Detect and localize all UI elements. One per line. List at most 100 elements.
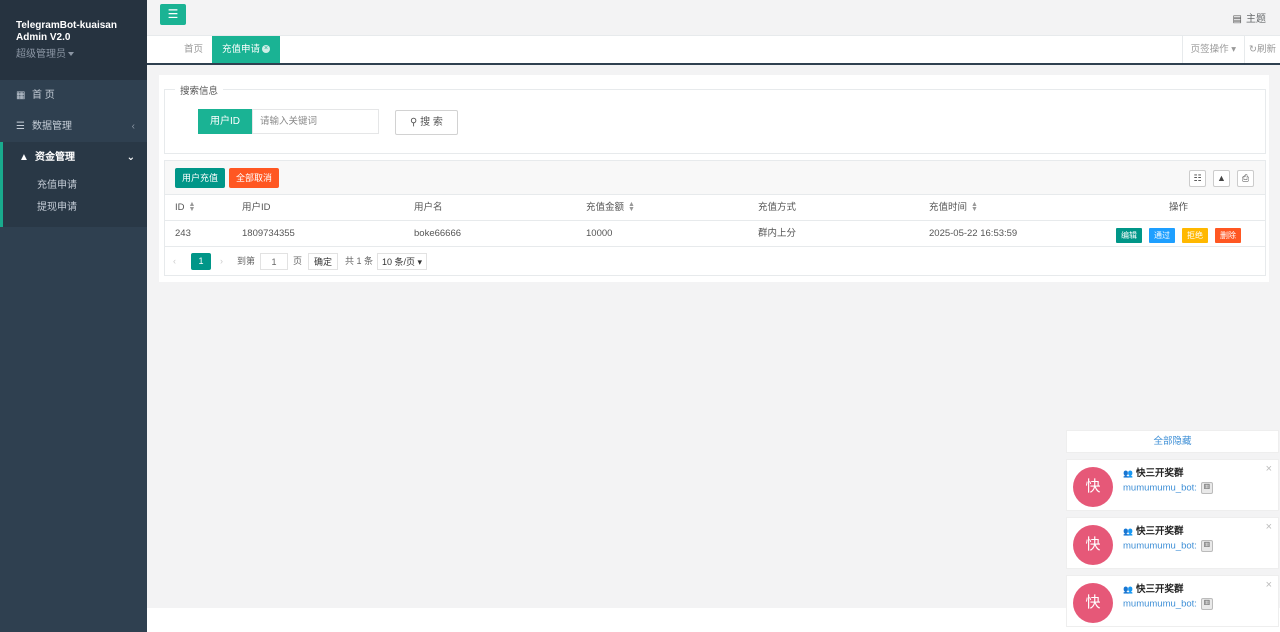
fund-icon: ▲ [19, 152, 29, 163]
export-icon[interactable]: ▲ [1213, 170, 1230, 187]
grid-icon: ▦ [16, 90, 26, 101]
cell-time: 2025-05-22 16:53:59 [929, 228, 1018, 239]
sidebar-item-data-management[interactable]: ☰ 数据管理 ‹ [0, 111, 147, 142]
sidebar-header: TelegramBot-kuaisan Admin V2.0 超级管理员 [0, 0, 147, 80]
tabs-bar: 首页 充值申请 × 页签操作 ▾ ↻刷新 [147, 36, 1280, 65]
total-count: 共 1 条 [345, 256, 374, 266]
cell-id: 243 [175, 228, 191, 239]
search-button-label: 搜 索 [420, 117, 443, 128]
page-number-current[interactable]: 1 [191, 253, 211, 270]
print-icon[interactable]: ⎙ [1237, 170, 1254, 187]
dice-icon: ⚅ [1200, 482, 1213, 494]
close-icon[interactable]: × [262, 45, 271, 54]
avatar: 快 [1073, 583, 1113, 623]
search-legend: 搜索信息 [175, 83, 224, 97]
header-amount[interactable]: 充值金额 ▲ ▼ [586, 195, 635, 221]
group-icon: 👥 [1123, 527, 1133, 536]
goto-label: 到第 [237, 256, 256, 266]
sidebar-nav: ▦ 首 页 ☰ 数据管理 ‹ ▲ 资金管理 ⌄ 充值申请 提现申请 [0, 80, 147, 227]
sidebar-subitem-withdraw[interactable]: 提现申请 [3, 197, 147, 219]
tab-operations-dropdown[interactable]: 页签操作 ▾ [1181, 36, 1244, 63]
sidebar-item-label: 资金管理 [35, 152, 75, 163]
goto-page-input[interactable]: 1 [260, 253, 288, 270]
sort-icon[interactable]: ▲ ▼ [971, 201, 978, 213]
dice-icon: ⚅ [1200, 540, 1213, 552]
sidebar-item-fund-management[interactable]: ▲ 资金管理 ⌄ [0, 142, 147, 173]
approve-button[interactable]: 通过 [1149, 228, 1175, 243]
caret-down-icon: ▾ [1228, 44, 1236, 55]
chevron-left-icon: ‹ [131, 121, 135, 132]
theme-button[interactable]: ▤ 主题 [1233, 10, 1266, 25]
tab-ops-label: 页签操作 [1190, 44, 1229, 55]
table-header: ID ▲ ▼ 用户ID 用户名 充值金额 ▲ ▼ 充值方式 充值时间 ▲ ▼ 操作 [165, 195, 1265, 221]
notification-title: 👥 快三开奖群 [1123, 468, 1184, 479]
sidebar-item-label: 首 页 [32, 90, 55, 101]
notification-card[interactable]: 快 👥 快三开奖群 mumumumu_bot: ⚅ × [1066, 459, 1279, 511]
sidebar-item-home[interactable]: ▦ 首 页 [0, 80, 147, 111]
user-role-dropdown[interactable]: 超级管理员 [16, 45, 131, 60]
user-recharge-button[interactable]: 用户充值 [175, 168, 226, 188]
dice-icon: ⚅ [1200, 598, 1213, 610]
cell-amount: 10000 [586, 228, 613, 239]
cancel-all-button[interactable]: 全部取消 [229, 168, 280, 188]
sidebar-subitem-recharge[interactable]: 充值申请 [3, 175, 147, 197]
user-id-label: 用户ID [198, 109, 252, 134]
notification-message: mumumumu_bot: ⚅ [1123, 598, 1213, 610]
group-icon: 👥 [1123, 585, 1133, 594]
close-icon[interactable]: × [1266, 463, 1272, 475]
header-time[interactable]: 充值时间 ▲ ▼ [929, 195, 978, 221]
tab-label: 充值申请 [222, 44, 261, 55]
user-role: 超级管理员 [16, 49, 66, 60]
chevron-down-icon: ▾ [417, 257, 423, 267]
notification-title: 👥 快三开奖群 [1123, 526, 1184, 537]
pagination: ‹ 1 › 到第 1 页 确定 共 1 条 10 条/页 ▾ [165, 247, 1265, 277]
tab-home[interactable]: 首页 [174, 36, 213, 63]
avatar: 快 [1073, 525, 1113, 565]
next-page-icon[interactable]: › [220, 253, 223, 270]
search-icon: ⚲ [410, 117, 418, 128]
close-icon[interactable]: × [1266, 521, 1272, 533]
search-fieldset: 搜索信息 用户ID ⚲ 搜 索 [164, 83, 1266, 154]
sort-icon[interactable]: ▲ ▼ [189, 201, 196, 213]
page-size-select[interactable]: 10 条/页 ▾ [377, 253, 428, 270]
tab-recharge[interactable]: 充值申请 × [212, 36, 281, 63]
search-input[interactable] [252, 109, 379, 134]
theme-label: 主题 [1246, 14, 1266, 25]
notification-message: mumumumu_bot: ⚅ [1123, 482, 1213, 494]
app-title: TelegramBot-kuaisan Admin V2.0 [16, 20, 117, 43]
cell-user-id: 1809734355 [242, 228, 295, 239]
refresh-button[interactable]: ↻刷新 [1244, 36, 1280, 63]
group-icon: 👥 [1123, 469, 1133, 478]
reject-button[interactable]: 拒绝 [1182, 228, 1208, 243]
chevron-down-icon: ⌄ [126, 152, 135, 163]
hide-all-notifications-button[interactable]: 全部隐藏 [1066, 430, 1279, 453]
cell-method: 群内上分 [758, 228, 797, 239]
delete-button[interactable]: 删除 [1215, 228, 1241, 243]
header-username: 用户名 [414, 202, 443, 213]
goto-confirm-button[interactable]: 确定 [308, 253, 339, 270]
sidebar-submenu: 充值申请 提现申请 [0, 173, 147, 227]
notification-card[interactable]: 快 👥 快三开奖群 mumumumu_bot: ⚅ × [1066, 517, 1279, 569]
header-method: 充值方式 [758, 202, 797, 213]
avatar: 快 [1073, 467, 1113, 507]
notification-card[interactable]: 快 👥 快三开奖群 mumumumu_bot: ⚅ × [1066, 575, 1279, 627]
header-id[interactable]: ID ▲ ▼ [175, 195, 195, 221]
close-icon[interactable]: × [1266, 579, 1272, 591]
refresh-icon: ↻ [1249, 44, 1257, 55]
table-toolbar: 用户充值 全部取消 ☷ ▲ ⎙ [165, 161, 1265, 195]
sidebar: TelegramBot-kuaisan Admin V2.0 超级管理员 ▦ 首 … [0, 0, 147, 632]
menu-toggle-button[interactable]: ☰ [160, 4, 186, 25]
sort-icon[interactable]: ▲ ▼ [628, 201, 635, 213]
header-actions: 操作 [1169, 202, 1189, 213]
columns-icon[interactable]: ☷ [1189, 170, 1206, 187]
notification-message: mumumumu_bot: ⚅ [1123, 540, 1213, 552]
topbar: ☰ ▤ 主题 [147, 0, 1280, 36]
header-user-id: 用户ID [242, 202, 271, 213]
content-panel: 搜索信息 用户ID ⚲ 搜 索 用户充值 全部取消 ☷ ▲ ⎙ ID▲▼ 用户I… [159, 75, 1269, 282]
data-table: 用户充值 全部取消 ☷ ▲ ⎙ ID ▲ ▼ 用户ID 用户名 充值金额 ▲ ▼ 充值方… [164, 160, 1266, 276]
edit-button[interactable]: 编辑 [1116, 228, 1142, 243]
hamburger-icon: ☰ [167, 7, 179, 21]
prev-page-icon[interactable]: ‹ [173, 253, 176, 270]
refresh-label: 刷新 [1256, 44, 1276, 55]
search-button[interactable]: ⚲ 搜 索 [395, 110, 458, 135]
